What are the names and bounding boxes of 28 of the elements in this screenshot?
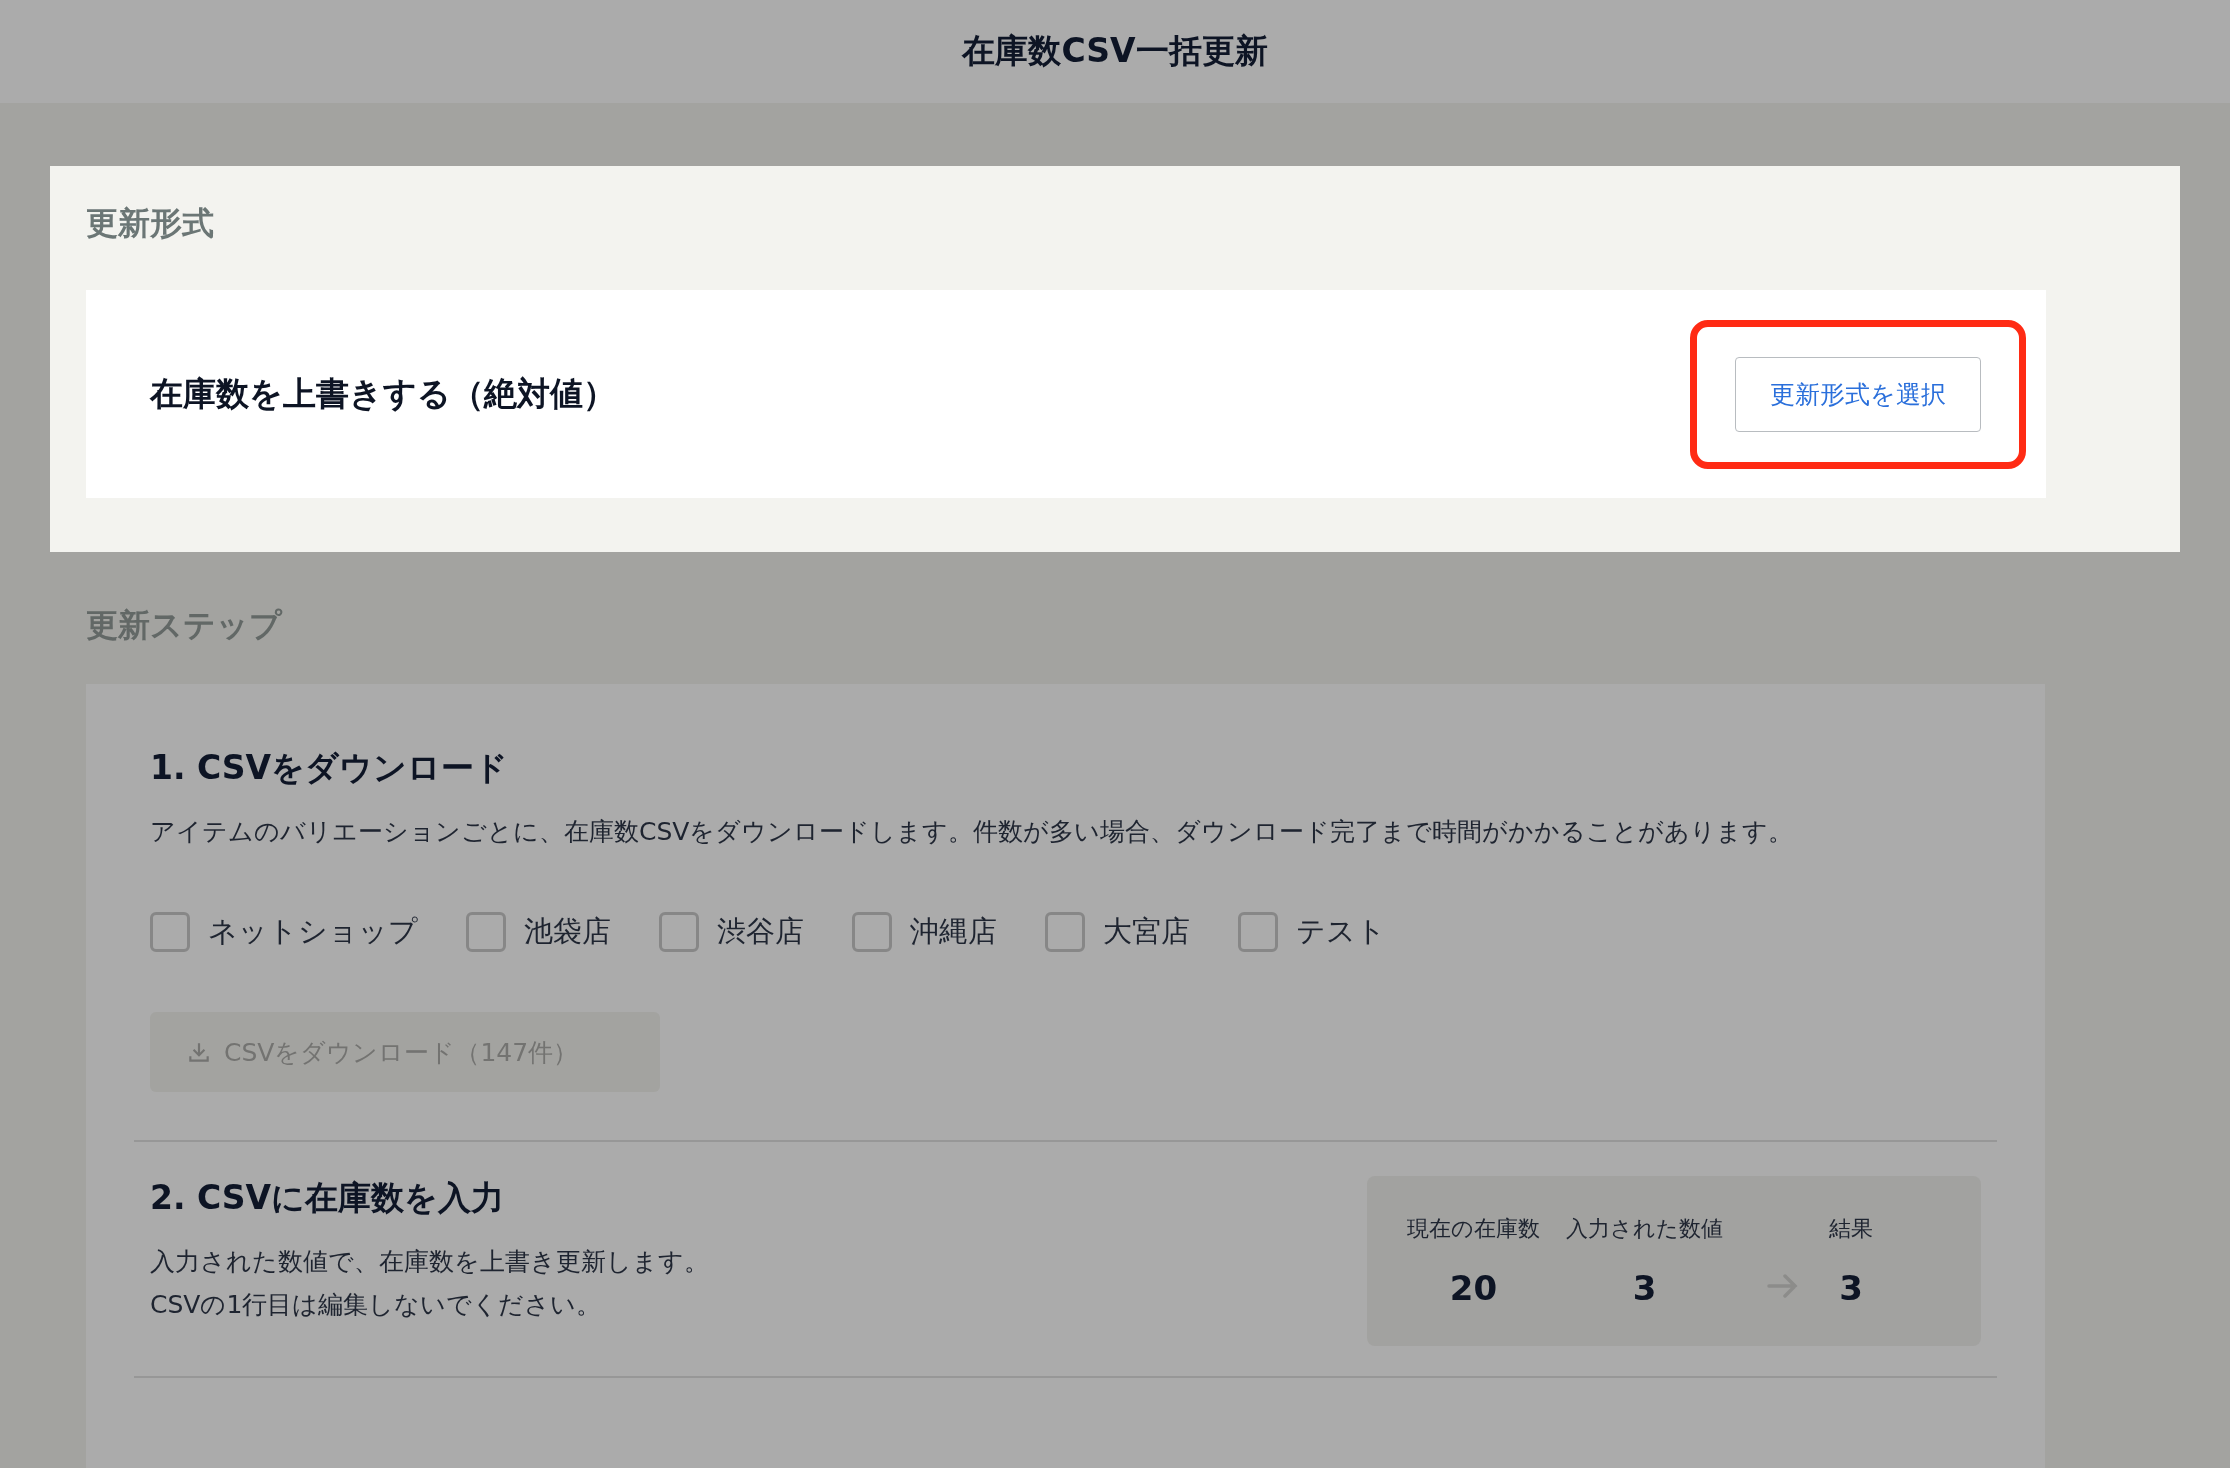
example-value: 3 — [1839, 1268, 1863, 1308]
example-value: 20 — [1449, 1268, 1498, 1308]
example-label: 結果 — [1829, 1215, 1873, 1243]
checkbox[interactable] — [466, 912, 506, 952]
format-value: 在庫数を上書きする（絶対値） — [150, 372, 616, 415]
checkbox[interactable] — [852, 912, 892, 952]
select-format-button[interactable]: 更新形式を選択 — [1735, 356, 1981, 432]
checkbox-label[interactable]: 渋谷店 — [717, 912, 804, 952]
checkbox[interactable] — [1238, 912, 1278, 952]
checkbox-label[interactable]: 大宮店 — [1103, 912, 1190, 952]
step-description: アイテムのバリエーションごとに、在庫数CSVをダウンロードします。件数が多い場合、ダウンロード完了まで時間がかかることがあります。 — [150, 816, 1795, 848]
example-value: 3 — [1632, 1268, 1657, 1308]
checkbox-label[interactable]: テスト — [1296, 912, 1386, 952]
example-label: 入力された数値 — [1566, 1215, 1723, 1243]
example-label: 現在の在庫数 — [1407, 1215, 1540, 1243]
checkbox[interactable] — [1045, 912, 1085, 952]
section-heading: 更新ステップ — [86, 605, 284, 646]
step-description: 入力された数値で、在庫数を上書き更新します。 — [150, 1246, 709, 1278]
section-heading: 更新形式 — [86, 203, 215, 244]
checkbox[interactable] — [150, 912, 190, 952]
checkbox-label[interactable]: 沖縄店 — [910, 912, 997, 952]
checkbox[interactable] — [659, 912, 699, 952]
checkbox-label[interactable]: 池袋店 — [524, 912, 611, 952]
checkbox-label[interactable]: ネットショップ — [208, 912, 418, 952]
step-title: 2. CSVに在庫数を入力 — [150, 1177, 506, 1219]
step-description: CSVの1行目は編集しないでください。 — [150, 1289, 603, 1321]
page-title: 在庫数CSV一括更新 — [962, 30, 1268, 72]
step-title: 1. CSVをダウンロード — [150, 747, 510, 789]
